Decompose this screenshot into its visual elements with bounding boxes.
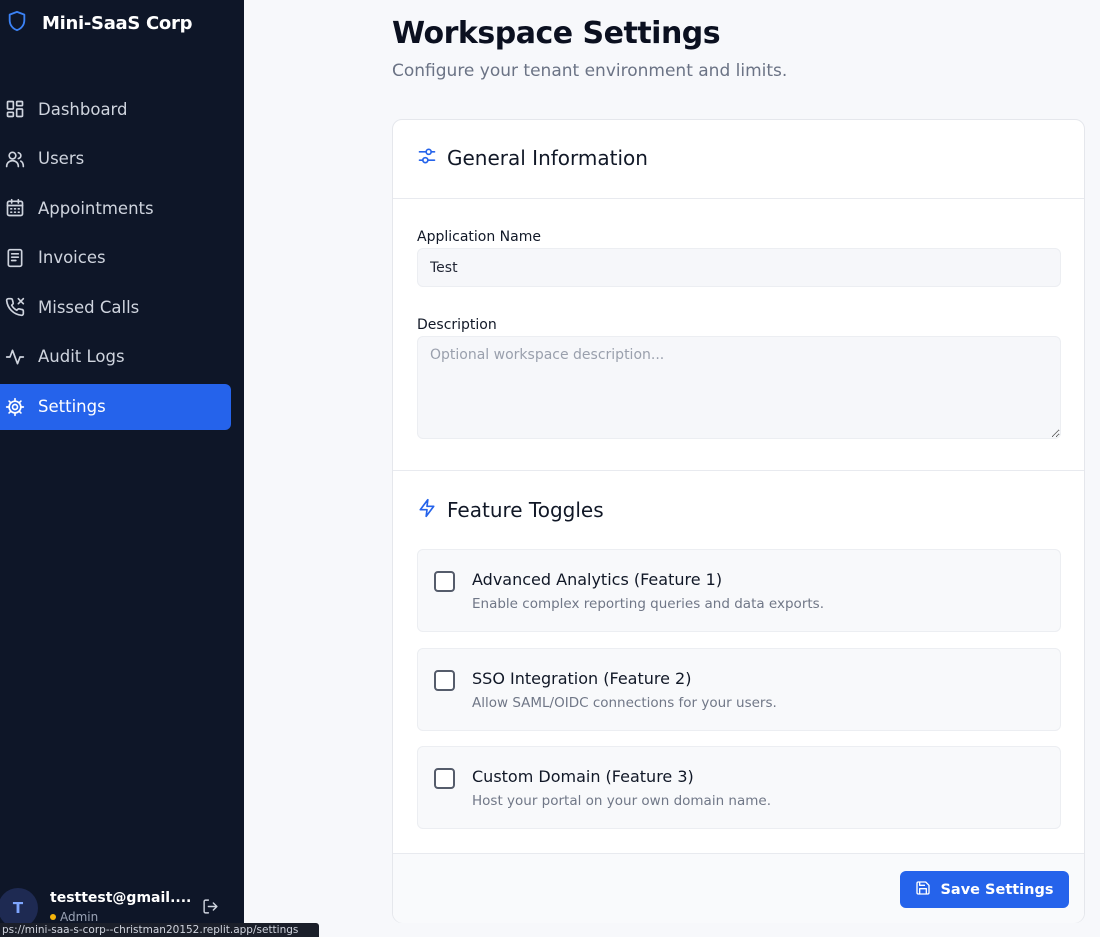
feature-toggle-sso-integration[interactable]: SSO Integration (Feature 2) Allow SAML/O… [417, 648, 1061, 731]
user-role-label: Admin [60, 910, 99, 924]
feature-checkbox[interactable] [434, 670, 455, 691]
calendar-icon [4, 197, 26, 219]
status-bar-url: ps://mini-saa-s-corp--christman20152.rep… [0, 923, 319, 937]
sidebar-item-label: Invoices [38, 248, 106, 268]
feature-toggle-custom-domain[interactable]: Custom Domain (Feature 3) Host your port… [417, 746, 1061, 829]
app-name-label: Application Name [417, 229, 541, 245]
feature-title: Custom Domain (Feature 3) [472, 767, 694, 786]
sidebar-item-appointments[interactable]: Appointments [0, 185, 231, 231]
grid-icon [4, 98, 26, 120]
sidebar-item-label: Settings [38, 397, 106, 417]
feature-checkbox[interactable] [434, 768, 455, 789]
zap-icon [417, 498, 437, 522]
users-icon [4, 148, 26, 170]
sidebar-item-audit-logs[interactable]: Audit Logs [0, 334, 231, 380]
description-label: Description [417, 317, 497, 333]
page-title: Workspace Settings [392, 16, 721, 51]
brand[interactable]: Mini-SaaS Corp [6, 9, 192, 37]
brand-name: Mini-SaaS Corp [42, 12, 193, 34]
avatar[interactable]: T [0, 888, 38, 928]
save-settings-button[interactable]: Save Settings [900, 871, 1069, 908]
sidebar-item-dashboard[interactable]: Dashboard [0, 86, 231, 132]
divider [393, 198, 1084, 199]
feature-title: Advanced Analytics (Feature 1) [472, 570, 723, 589]
sidebar-item-label: Appointments [38, 198, 154, 218]
feature-title: SSO Integration (Feature 2) [472, 669, 692, 688]
sidebar-item-label: Dashboard [38, 99, 128, 119]
features-section-header: Feature Toggles [417, 498, 604, 522]
page-subtitle: Configure your tenant environment and li… [392, 61, 788, 81]
sidebar-nav: Dashboard Users Appointments Invoices Mi… [0, 86, 244, 433]
save-settings-label: Save Settings [940, 881, 1054, 898]
description-input[interactable] [417, 336, 1061, 439]
features-section-title: Feature Toggles [447, 498, 604, 522]
sidebar-item-missed-calls[interactable]: Missed Calls [0, 284, 231, 330]
feature-description: Host your portal on your own domain name… [472, 793, 771, 809]
divider [393, 470, 1084, 471]
app-name-input[interactable] [417, 248, 1061, 287]
activity-icon [4, 346, 26, 368]
card-footer: Save Settings [393, 853, 1084, 923]
user-role: Admin [50, 910, 98, 924]
feature-checkbox[interactable] [434, 571, 455, 592]
feature-description: Allow SAML/OIDC connections for your use… [472, 695, 777, 711]
sidebar-item-users[interactable]: Users [0, 136, 231, 182]
sidebar-item-label: Users [38, 149, 85, 169]
gear-icon [4, 396, 26, 418]
sidebar-item-label: Missed Calls [38, 297, 140, 317]
status-dot [50, 914, 56, 920]
general-section-header: General Information [417, 146, 648, 170]
phone-missed-icon [4, 296, 26, 318]
shield-icon [6, 9, 28, 37]
sidebar-item-label: Audit Logs [38, 347, 125, 367]
feature-toggle-advanced-analytics[interactable]: Advanced Analytics (Feature 1) Enable co… [417, 549, 1061, 632]
sidebar-item-invoices[interactable]: Invoices [0, 235, 231, 281]
logout-icon[interactable] [202, 898, 219, 919]
feature-description: Enable complex reporting queries and dat… [472, 596, 824, 612]
sliders-icon [417, 146, 437, 170]
save-icon [915, 880, 931, 900]
sidebar-item-settings[interactable]: Settings [0, 383, 231, 430]
user-email: testtest@gmail.... [50, 890, 192, 906]
document-icon [4, 247, 26, 269]
settings-card: General Information Application Name Des… [392, 119, 1085, 923]
sidebar: Mini-SaaS Corp Dashboard Users Appointme… [0, 0, 244, 937]
general-section-title: General Information [447, 146, 648, 170]
